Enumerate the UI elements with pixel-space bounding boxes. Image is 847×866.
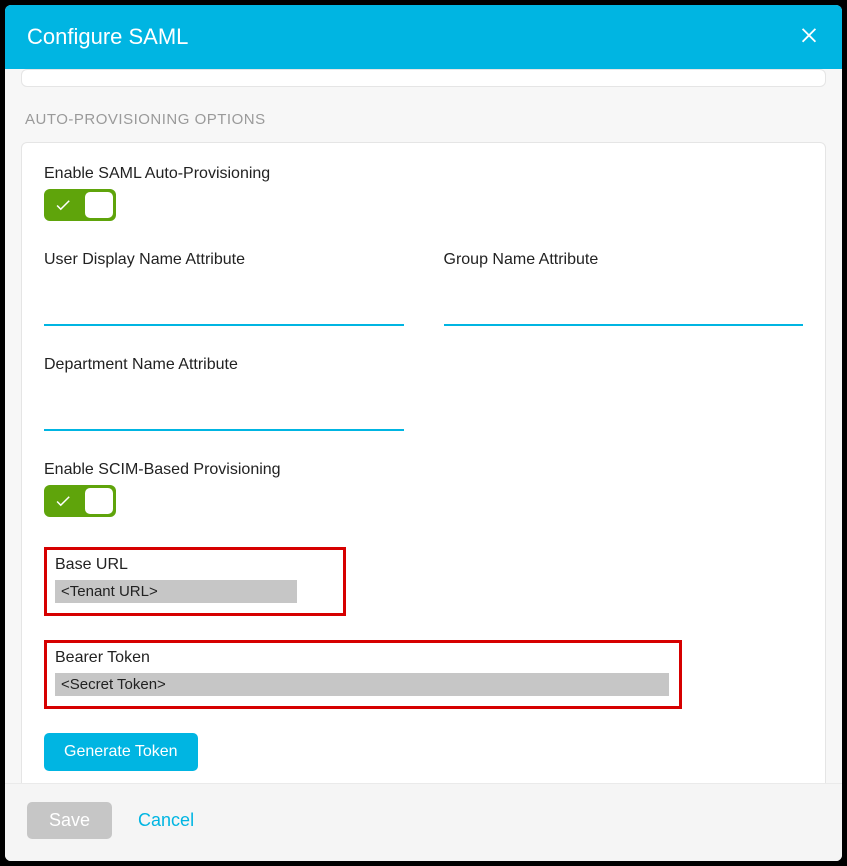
previous-card-edge (21, 69, 826, 87)
check-icon (54, 492, 72, 515)
field-bearer-token[interactable] (55, 673, 669, 696)
configure-saml-modal: Configure SAML AUTO-PROVISIONING OPTIONS… (5, 5, 842, 861)
input-department-name[interactable] (44, 400, 404, 431)
field-base-url[interactable] (55, 580, 297, 603)
save-button[interactable]: Save (27, 802, 112, 839)
label-base-url: Base URL (55, 556, 335, 574)
modal-title: Configure SAML (27, 24, 188, 50)
check-icon (54, 196, 72, 219)
label-enable-saml-autoprov: Enable SAML Auto-Provisioning (44, 165, 803, 183)
highlight-base-url: Base URL (44, 547, 346, 616)
highlight-bearer-token: Bearer Token (44, 640, 682, 709)
label-bearer-token: Bearer Token (55, 649, 671, 667)
generate-token-button[interactable]: Generate Token (44, 733, 198, 771)
label-enable-scim: Enable SCIM-Based Provisioning (44, 461, 803, 479)
input-user-display-name[interactable] (44, 295, 404, 326)
section-title-autoprov: AUTO-PROVISIONING OPTIONS (21, 111, 826, 128)
toggle-knob (85, 192, 113, 218)
toggle-knob (85, 488, 113, 514)
cancel-button[interactable]: Cancel (138, 810, 194, 831)
autoprov-card: Enable SAML Auto-Provisioning User Displ… (21, 142, 826, 783)
label-department-name: Department Name Attribute (44, 356, 404, 374)
input-group-name[interactable] (444, 295, 804, 326)
toggle-saml-autoprov[interactable] (44, 189, 116, 221)
label-group-name: Group Name Attribute (444, 251, 804, 269)
toggle-scim[interactable] (44, 485, 116, 517)
modal-header: Configure SAML (5, 5, 842, 69)
label-user-display-name: User Display Name Attribute (44, 251, 404, 269)
close-icon[interactable] (798, 23, 820, 51)
modal-footer: Save Cancel (5, 783, 842, 861)
modal-body[interactable]: AUTO-PROVISIONING OPTIONS Enable SAML Au… (5, 69, 842, 783)
